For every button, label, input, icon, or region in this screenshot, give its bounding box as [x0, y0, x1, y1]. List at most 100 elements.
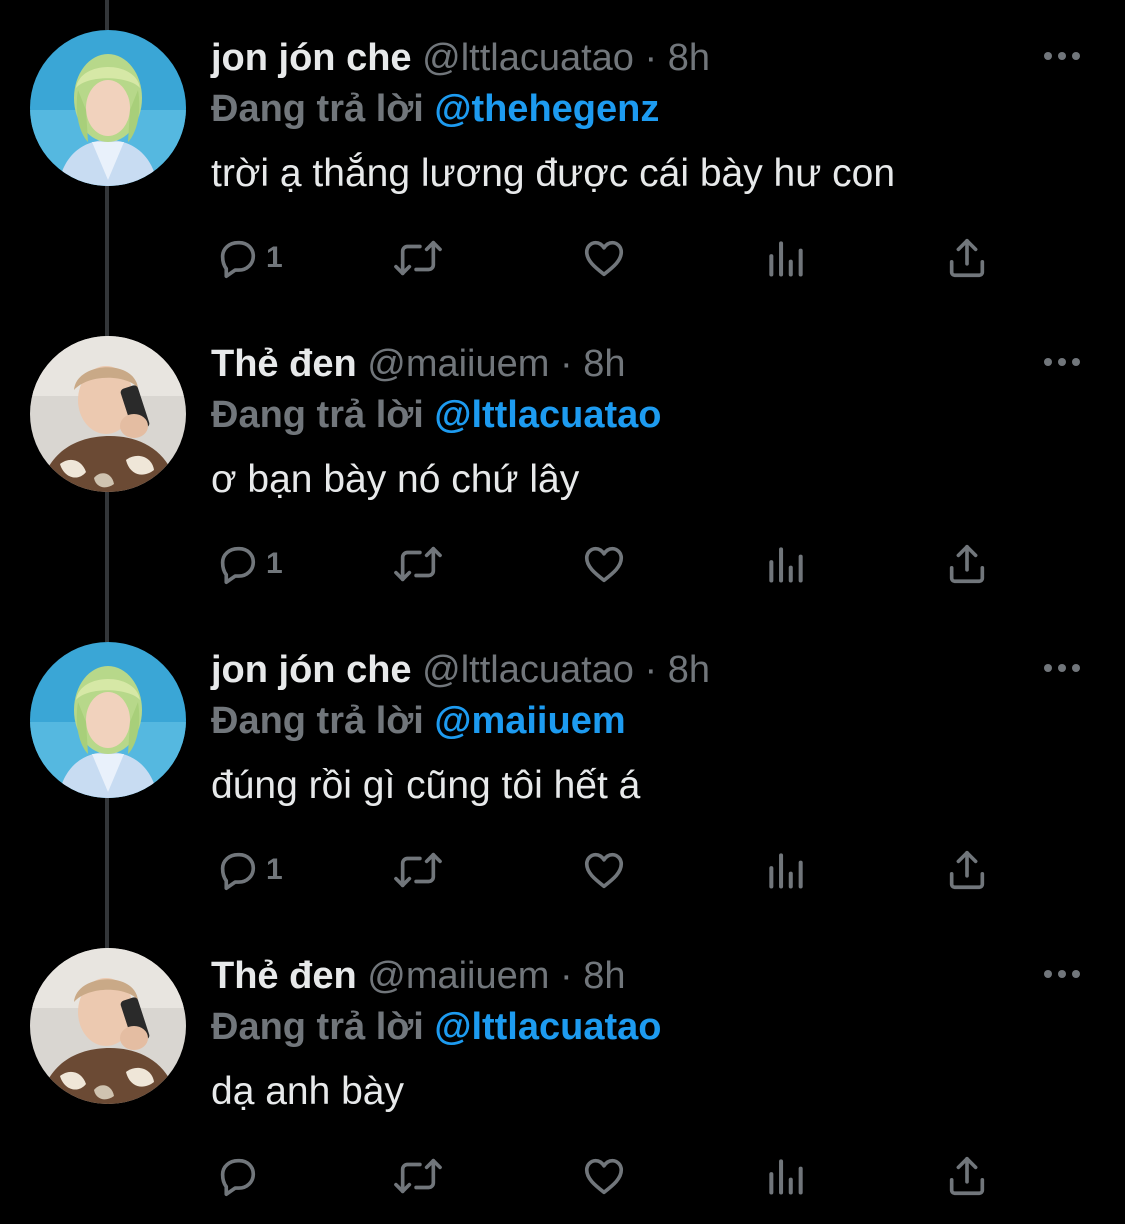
more-options-button[interactable]: [1040, 42, 1084, 70]
views-button[interactable]: [764, 536, 808, 592]
tweet-text: trời ạ thắng lương được cái bày hư con: [211, 152, 896, 195]
more-options-button[interactable]: [1040, 960, 1084, 988]
tweet-timestamp[interactable]: 8h: [668, 649, 710, 691]
separator-dot: ·: [644, 649, 658, 691]
avatar[interactable]: [30, 336, 186, 492]
tweet-timestamp[interactable]: 8h: [668, 37, 710, 79]
retweet-button[interactable]: [390, 536, 446, 592]
reply-button[interactable]: 1: [214, 230, 283, 286]
replying-to-label: Đang trả lời: [211, 88, 424, 130]
share-icon: [944, 847, 990, 893]
display-name[interactable]: jon jón che: [211, 37, 412, 79]
replying-to-label: Đang trả lời: [211, 1006, 424, 1048]
share-icon: [944, 235, 990, 281]
replying-to-line: Đang trả lời @lttlacuatao: [211, 390, 661, 440]
replying-to-line: Đang trả lời @maiiuem: [211, 696, 626, 746]
replying-to-handle-link[interactable]: @maiiuem: [434, 700, 625, 742]
tweet-actions-bar: [200, 1148, 1020, 1204]
display-name[interactable]: jon jón che: [211, 649, 412, 691]
reply-button[interactable]: [214, 1148, 266, 1204]
tweet-actions-bar: 1: [200, 230, 1020, 286]
replying-to-label: Đang trả lời: [211, 700, 424, 742]
replying-to-handle-link[interactable]: @lttlacuatao: [434, 394, 661, 436]
share-icon: [944, 541, 990, 587]
like-button[interactable]: [580, 230, 628, 286]
tweet-header: Thẻ đen @maiiuem · 8h: [211, 338, 625, 390]
tweet[interactable]: Thẻ đen @maiiuem · 8h Đang trả lời @lttl…: [0, 918, 1125, 1224]
tweet[interactable]: Thẻ đen @maiiuem · 8h Đang trả lời @lttl…: [0, 306, 1125, 612]
retweet-button[interactable]: [390, 1148, 446, 1204]
avatar[interactable]: [30, 948, 186, 1104]
like-button[interactable]: [580, 1148, 628, 1204]
share-button[interactable]: [944, 230, 990, 286]
user-handle[interactable]: @lttlacuatao: [422, 649, 634, 691]
more-icon: [1040, 52, 1084, 74]
tweet-header: jon jón che @lttlacuatao · 8h: [211, 32, 710, 84]
reply-icon: [214, 541, 260, 587]
retweet-icon: [390, 847, 446, 893]
display-name[interactable]: Thẻ đen: [211, 343, 357, 385]
views-button[interactable]: [764, 1148, 808, 1204]
retweet-button[interactable]: [390, 842, 446, 898]
tweet-text: dạ anh bày: [211, 1070, 405, 1113]
avatar[interactable]: [30, 30, 186, 186]
more-options-button[interactable]: [1040, 654, 1084, 682]
user-handle[interactable]: @maiiuem: [367, 955, 549, 997]
share-button[interactable]: [944, 1148, 990, 1204]
retweet-icon: [390, 235, 446, 281]
share-icon: [944, 1153, 990, 1199]
separator-dot: ·: [559, 955, 573, 997]
views-icon: [764, 541, 808, 587]
tweet-header: jon jón che @lttlacuatao · 8h: [211, 644, 710, 696]
tweet-actions-bar: 1: [200, 536, 1020, 592]
retweet-icon: [390, 1153, 446, 1199]
share-button[interactable]: [944, 842, 990, 898]
tweet-header: Thẻ đen @maiiuem · 8h: [211, 950, 625, 1002]
user-handle[interactable]: @maiiuem: [367, 343, 549, 385]
reply-button[interactable]: 1: [214, 536, 283, 592]
more-icon: [1040, 358, 1084, 380]
heart-icon: [580, 541, 628, 587]
heart-icon: [580, 1153, 628, 1199]
retweet-icon: [390, 541, 446, 587]
tweet-timestamp[interactable]: 8h: [583, 955, 625, 997]
reply-count: 1: [266, 241, 283, 274]
more-options-button[interactable]: [1040, 348, 1084, 376]
avatar[interactable]: [30, 642, 186, 798]
tweet-text: đúng rồi gì cũng tôi hết á: [211, 764, 641, 807]
tweet[interactable]: jon jón che @lttlacuatao · 8h Đang trả l…: [0, 0, 1125, 306]
more-icon: [1040, 664, 1084, 686]
views-button[interactable]: [764, 230, 808, 286]
tweet-text: ơ bạn bày nó chứ lây: [211, 458, 580, 501]
separator-dot: ·: [644, 37, 658, 79]
share-button[interactable]: [944, 536, 990, 592]
views-icon: [764, 1153, 808, 1199]
replying-to-handle-link[interactable]: @lttlacuatao: [434, 1006, 661, 1048]
views-button[interactable]: [764, 842, 808, 898]
reply-count: 1: [266, 547, 283, 580]
replying-to-label: Đang trả lời: [211, 394, 424, 436]
tweet-actions-bar: 1: [200, 842, 1020, 898]
replying-to-handle-link[interactable]: @thehegenz: [434, 88, 659, 130]
tweet-timestamp[interactable]: 8h: [583, 343, 625, 385]
user-handle[interactable]: @lttlacuatao: [422, 37, 634, 79]
heart-icon: [580, 235, 628, 281]
display-name[interactable]: Thẻ đen: [211, 955, 357, 997]
reply-icon: [214, 1153, 260, 1199]
reply-count: 1: [266, 853, 283, 886]
heart-icon: [580, 847, 628, 893]
separator-dot: ·: [559, 343, 573, 385]
views-icon: [764, 847, 808, 893]
replying-to-line: Đang trả lời @thehegenz: [211, 84, 659, 134]
reply-icon: [214, 847, 260, 893]
tweet[interactable]: jon jón che @lttlacuatao · 8h Đang trả l…: [0, 612, 1125, 918]
like-button[interactable]: [580, 842, 628, 898]
more-icon: [1040, 970, 1084, 992]
reply-icon: [214, 235, 260, 281]
tweet-thread: jon jón che @lttlacuatao · 8h Đang trả l…: [0, 0, 1125, 1223]
retweet-button[interactable]: [390, 230, 446, 286]
views-icon: [764, 235, 808, 281]
like-button[interactable]: [580, 536, 628, 592]
replying-to-line: Đang trả lời @lttlacuatao: [211, 1002, 661, 1052]
reply-button[interactable]: 1: [214, 842, 283, 898]
